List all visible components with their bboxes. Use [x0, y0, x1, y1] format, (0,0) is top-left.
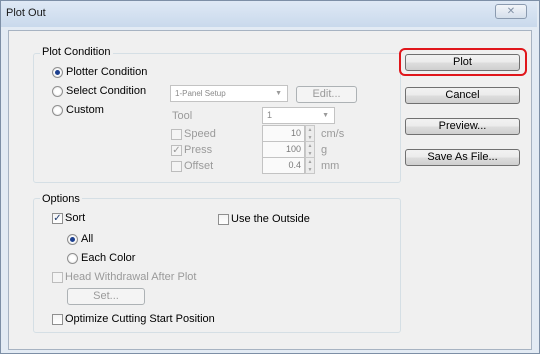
- plot-condition-group-label: Plot Condition: [40, 46, 113, 58]
- sort-label[interactable]: Sort: [65, 212, 85, 224]
- set-button[interactable]: Set...: [67, 288, 145, 305]
- close-icon: ✕: [506, 6, 516, 17]
- optimize-label[interactable]: Optimize Cutting Start Position: [65, 313, 215, 325]
- condition-select-value: 1-Panel Setup: [175, 89, 226, 98]
- chevron-down-icon: ▼: [275, 90, 282, 97]
- use-outside-label[interactable]: Use the Outside: [231, 213, 310, 225]
- select-condition-label[interactable]: Select Condition: [66, 85, 146, 97]
- use-outside-checkbox[interactable]: [218, 214, 229, 225]
- press-unit: g: [321, 144, 328, 156]
- speed-input[interactable]: 10: [262, 125, 305, 142]
- offset-input[interactable]: 0.4: [262, 157, 305, 174]
- sort-each-color-radio[interactable]: [67, 253, 78, 264]
- select-condition-radio[interactable]: [52, 86, 63, 97]
- cancel-button[interactable]: Cancel: [405, 87, 520, 104]
- plotter-condition-radio[interactable]: [52, 67, 63, 78]
- title-bar: [1, 1, 537, 27]
- checkmark-icon: ✓: [53, 213, 62, 224]
- press-spinner-icon[interactable]: ▲ ▼: [305, 141, 315, 158]
- tool-select[interactable]: 1 ▼: [262, 107, 335, 124]
- dialog-title: Plot Out: [6, 7, 46, 19]
- condition-select[interactable]: 1-Panel Setup ▼: [170, 85, 288, 102]
- edit-button[interactable]: Edit...: [296, 86, 357, 103]
- offset-checkbox[interactable]: [171, 161, 182, 172]
- checkmark-icon: ✓: [172, 145, 181, 156]
- speed-unit: cm/s: [321, 128, 345, 140]
- tool-label: Tool: [172, 110, 193, 122]
- press-checkbox[interactable]: ✓: [171, 145, 182, 156]
- press-label: Press: [184, 144, 213, 156]
- save-as-file-button[interactable]: Save As File...: [405, 149, 520, 166]
- speed-checkbox[interactable]: [171, 129, 182, 140]
- custom-label[interactable]: Custom: [66, 104, 104, 116]
- sort-checkbox[interactable]: ✓: [52, 213, 63, 224]
- plotter-condition-label[interactable]: Plotter Condition: [66, 66, 147, 78]
- chevron-down-icon: ▼: [322, 112, 329, 119]
- tool-select-value: 1: [267, 110, 273, 120]
- head-withdrawal-label: Head Withdrawal After Plot: [65, 271, 197, 283]
- sort-all-radio[interactable]: [67, 234, 78, 245]
- press-input[interactable]: 100: [262, 141, 305, 158]
- optimize-checkbox[interactable]: [52, 314, 63, 325]
- sort-each-color-label[interactable]: Each Color: [81, 252, 135, 264]
- offset-label: Offset: [184, 160, 214, 172]
- speed-label: Speed: [184, 128, 216, 140]
- preview-button[interactable]: Preview...: [405, 118, 520, 135]
- speed-spinner-icon[interactable]: ▲ ▼: [305, 125, 315, 142]
- custom-radio[interactable]: [52, 105, 63, 116]
- options-group-label: Options: [40, 193, 82, 205]
- head-withdrawal-checkbox[interactable]: [52, 272, 63, 283]
- plot-button[interactable]: Plot: [405, 54, 520, 71]
- sort-all-label[interactable]: All: [81, 233, 93, 245]
- offset-spinner-icon[interactable]: ▲ ▼: [305, 157, 315, 174]
- close-button[interactable]: ✕: [495, 4, 527, 19]
- offset-unit: mm: [321, 160, 340, 172]
